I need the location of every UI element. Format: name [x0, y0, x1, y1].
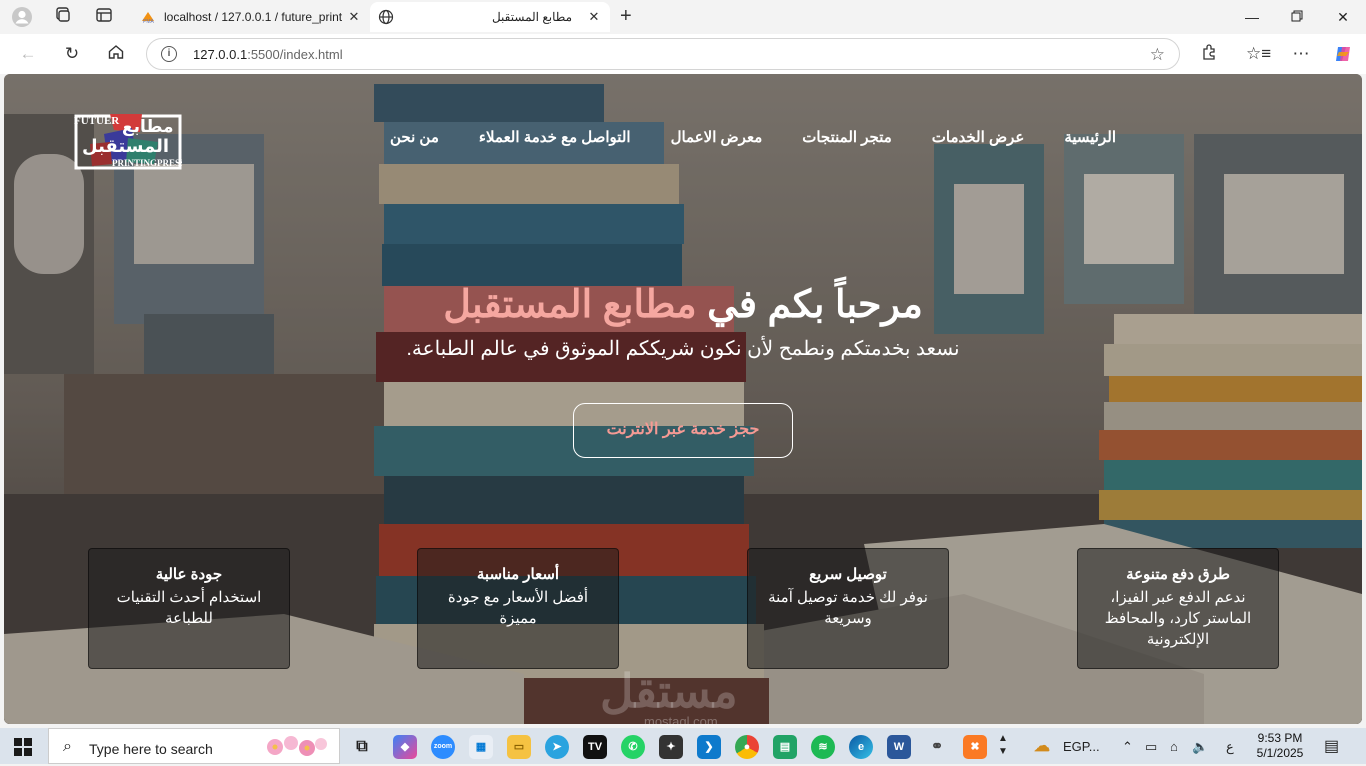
menu-item-portfolio[interactable]: معرض الاعمال	[671, 128, 763, 146]
address-bar[interactable]: i 127.0.0.1:5500/index.html ☆	[146, 38, 1180, 70]
site-logo[interactable]: FUTUER مطابع المستقبل PRINTINGPRESS	[70, 108, 185, 172]
xampp-icon[interactable]: ✖	[963, 735, 987, 759]
restore-icon[interactable]	[1286, 6, 1308, 28]
sheets-icon[interactable]: ▤	[773, 735, 797, 759]
vertical-tabs-icon[interactable]	[93, 6, 115, 28]
svg-text:FUTUER: FUTUER	[74, 115, 120, 127]
network-icon[interactable]: ⌂	[1170, 739, 1178, 754]
menu-item-home[interactable]: الرئيسية	[1064, 128, 1116, 146]
hero-subtitle: نسعد بخدمتكم ونطمح لأن نكون شريككم الموث…	[406, 338, 960, 360]
minimize-icon[interactable]: —	[1241, 6, 1263, 28]
volume-icon[interactable]: 🔈	[1192, 739, 1208, 755]
svg-text:المستقبل: المستقبل	[82, 136, 169, 157]
close-tab-icon[interactable]: ✕	[346, 9, 362, 25]
web-page: FUTUER مطابع المستقبل PRINTINGPRESS الرئ…	[4, 74, 1362, 724]
terminal-icon[interactable]: ✦	[659, 735, 683, 759]
tab-active[interactable]: مطابع المستقبل ✕	[370, 2, 610, 32]
feature-card-quality: جودة عالية استخدام أحدث التقنيات للطباعة	[88, 548, 290, 669]
svg-text:PMA: PMA	[143, 19, 155, 25]
windows-start-icon[interactable]	[14, 738, 32, 756]
weather-icon: ☁	[1034, 738, 1050, 755]
menu-item-services[interactable]: عرض الخدمات	[932, 128, 1025, 146]
weather-text[interactable]: EGP...	[1063, 739, 1100, 754]
flower-decoration-icon	[261, 733, 331, 766]
vscode-icon[interactable]: ❯	[697, 735, 721, 759]
browser-toolbar: ← ↻ i 127.0.0.1:5500/index.html ☆ ☆≡ ⋯	[0, 34, 1366, 74]
workspaces-icon[interactable]	[52, 6, 74, 28]
feature-card-payment: طرق دفع متنوعة ندعم الدفع عبر الفيزا، ال…	[1077, 548, 1279, 669]
favorite-star-icon[interactable]: ☆	[1150, 45, 1165, 65]
tab-title: localhost / 127.0.0.1 / future_print	[164, 10, 343, 24]
feature-title: جودة عالية	[155, 566, 223, 583]
telegram-icon[interactable]: ➤	[545, 735, 569, 759]
feature-text: استخدام أحدث التقنيات للطباعة	[116, 589, 262, 627]
edge-icon[interactable]: e	[849, 735, 873, 759]
feature-title: طرق دفع متنوعة	[1126, 566, 1230, 583]
phpmyadmin-icon: PMA	[140, 9, 156, 25]
file-explorer-icon[interactable]: ▭	[507, 735, 531, 759]
tray-overflow-icon[interactable]: ⌃	[1122, 739, 1133, 755]
favorites-icon[interactable]: ☆≡	[1246, 43, 1271, 65]
menu-item-support[interactable]: التواصل مع خدمة العملاء	[479, 128, 631, 146]
language-indicator[interactable]: ع	[1226, 739, 1234, 755]
reload-icon[interactable]: ↻	[61, 43, 83, 65]
svg-text:مطابع: مطابع	[122, 117, 173, 137]
book-service-button[interactable]: حجز خدمة عبر الانترنت	[573, 403, 793, 458]
feature-title: توصيل سريع	[809, 566, 887, 583]
site-info-icon[interactable]: i	[161, 46, 177, 62]
battery-icon[interactable]: ▭	[1145, 739, 1157, 755]
feature-title: أسعار مناسبة	[476, 566, 560, 583]
search-icon: ⌕	[63, 738, 72, 755]
chrome-icon[interactable]: ●	[735, 735, 759, 759]
copilot-icon[interactable]	[1332, 43, 1354, 65]
profile-icon[interactable]	[11, 6, 33, 28]
tab-phpmyadmin[interactable]: PMA localhost / 127.0.0.1 / future_print…	[132, 2, 370, 32]
feature-card-prices: أسعار مناسبة أفضل الأسعار مع جودة مميزة	[417, 548, 619, 669]
watermark-url: mostaql.com	[644, 714, 718, 724]
search-placeholder: Type here to search	[89, 741, 213, 757]
hero-title: مرحباً بكم في مطابع المستقبل	[443, 284, 923, 326]
more-menu-icon[interactable]: ⋯	[1290, 43, 1312, 65]
new-tab-icon[interactable]: +	[620, 6, 632, 26]
tab-title: مطابع المستقبل	[491, 10, 572, 24]
word-icon[interactable]: W	[887, 735, 911, 759]
main-menu: الرئيسية عرض الخدمات متجر المنتجات معرض …	[390, 128, 1116, 146]
home-icon[interactable]	[105, 43, 127, 65]
task-view-icon[interactable]: ⧉	[350, 735, 374, 759]
feature-text: نوفر لك خدمة توصيل آمنة وسريعة	[768, 589, 928, 627]
close-tab-icon[interactable]: ✕	[586, 9, 602, 25]
notifications-icon[interactable]: ▤	[1324, 736, 1339, 756]
feature-text: أفضل الأسعار مع جودة مميزة	[447, 589, 589, 627]
network-diagram-icon[interactable]: ⚭	[925, 735, 949, 759]
menu-item-about[interactable]: من نحن	[390, 128, 439, 146]
clock-time: 9:53 PM	[1257, 731, 1303, 745]
feature-text: ندعم الدفع عبر الفيزا، الماستر كارد، وال…	[1104, 589, 1252, 648]
close-window-icon[interactable]: ✕	[1332, 6, 1354, 28]
svg-text:PRINTINGPRESS: PRINTINGPRESS	[112, 158, 182, 168]
watermark: مستقل	[600, 665, 738, 717]
back-icon[interactable]: ←	[17, 43, 39, 65]
globe-icon	[378, 9, 394, 25]
extensions-icon[interactable]	[1198, 43, 1220, 65]
store-icon[interactable]: ▦	[469, 735, 493, 759]
zoom-icon[interactable]: zoom	[431, 735, 455, 759]
feature-card-delivery: توصيل سريع نوفر لك خدمة توصيل آمنة وسريع…	[747, 548, 949, 669]
spotify-icon[interactable]: ≋	[811, 735, 835, 759]
scroll-arrows-icon[interactable]: ▲ ▼	[998, 732, 1008, 758]
copilot-taskbar-icon[interactable]: ◆	[393, 735, 417, 759]
taskbar-search[interactable]: ⌕ Type here to search	[48, 728, 340, 764]
clock[interactable]: 9:53 PM 5/1/2025	[1254, 731, 1306, 761]
clock-date: 5/1/2025	[1256, 746, 1304, 760]
menu-item-store[interactable]: متجر المنتجات	[802, 128, 892, 146]
hero-title-accent: مطابع المستقبل	[443, 284, 697, 326]
whatsapp-icon[interactable]: ✆	[621, 735, 645, 759]
tradingview-icon[interactable]: TV	[583, 735, 607, 759]
url-text: 127.0.0.1:5500/index.html	[193, 47, 343, 62]
browser-tab-bar: PMA localhost / 127.0.0.1 / future_print…	[0, 0, 1366, 34]
windows-taskbar: ⌕ Type here to search ⧉ ◆ zoom ▦ ▭ ➤ TV …	[0, 728, 1366, 764]
